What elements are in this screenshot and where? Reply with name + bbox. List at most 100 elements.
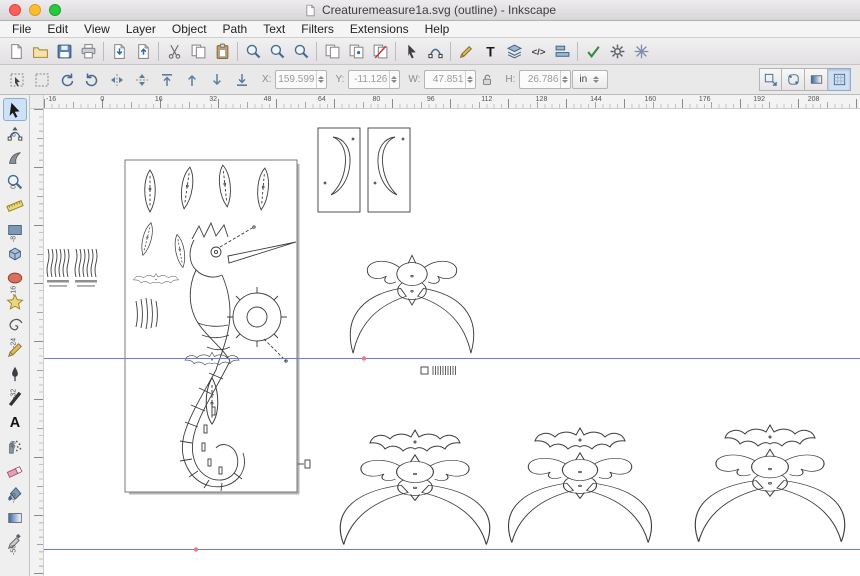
bat-piece[interactable] — [369, 429, 461, 452]
duplicate-button[interactable] — [320, 39, 344, 63]
transform-corners-toggle[interactable] — [782, 68, 805, 91]
vertical-ruler[interactable]: 8 0 -8 -16 -24 -32 -40 -48 -56 — [11, 109, 44, 576]
bat-piece[interactable] — [724, 424, 816, 447]
menu-item-object[interactable]: Object — [164, 21, 215, 38]
preferences-button[interactable] — [605, 39, 629, 63]
import-button[interactable] — [107, 39, 131, 63]
fill-stroke-dialog-button[interactable] — [454, 39, 478, 63]
save-document-button[interactable] — [52, 39, 76, 63]
menu-item-text[interactable]: Text — [255, 21, 293, 38]
y-label: Y: — [335, 74, 345, 85]
transform-patterns-icon — [832, 72, 847, 87]
menu-item-file[interactable]: File — [4, 21, 39, 38]
print-document-button[interactable] — [76, 39, 100, 63]
flip-horizontal-button[interactable] — [105, 68, 129, 91]
rotate-cw-button[interactable] — [80, 68, 104, 91]
guide-anchor[interactable] — [193, 547, 199, 552]
minimize-button[interactable] — [29, 4, 41, 16]
cut-button[interactable] — [162, 39, 186, 63]
menu-item-extensions[interactable]: Extensions — [342, 21, 417, 38]
flip-vertical-icon — [134, 72, 150, 88]
horizontal-ruler[interactable]: -16 0 16 32 48 64 80 96 112 128 144 160 … — [44, 95, 860, 109]
zoom-button[interactable] — [49, 4, 61, 16]
tool-spiral[interactable] — [3, 314, 27, 337]
xml-editor-button[interactable] — [526, 39, 550, 63]
creature-piece[interactable] — [349, 254, 475, 354]
h-field — [519, 70, 572, 89]
y-spinner[interactable] — [389, 71, 398, 88]
open-document-button[interactable] — [28, 39, 52, 63]
rotate-ccw-button[interactable] — [55, 68, 79, 91]
text-dialog-button[interactable] — [478, 39, 502, 63]
create-clone-button[interactable] — [344, 39, 368, 63]
comb-swatches[interactable] — [46, 248, 98, 287]
save-icon — [56, 43, 73, 60]
tool-gradient[interactable] — [3, 506, 27, 529]
creature-piece[interactable] — [507, 452, 653, 544]
paste-button[interactable] — [210, 39, 234, 63]
w-input[interactable] — [425, 74, 466, 85]
menu-item-path[interactable]: Path — [215, 21, 256, 38]
ruler-label: 176 — [698, 96, 711, 103]
y-input[interactable] — [349, 74, 390, 85]
canvas[interactable] — [44, 109, 860, 576]
menu-item-filters[interactable]: Filters — [293, 21, 342, 38]
lower-to-bottom-button[interactable] — [230, 68, 254, 91]
transform-patterns-toggle[interactable] — [828, 68, 851, 91]
y-field — [348, 70, 401, 89]
menu-item-edit[interactable]: Edit — [39, 21, 76, 38]
menu-item-layer[interactable]: Layer — [118, 21, 164, 38]
edit-paths-button[interactable] — [423, 39, 447, 63]
document-icon — [304, 4, 317, 17]
raise-button[interactable] — [180, 68, 204, 91]
align-distribute-button[interactable] — [550, 39, 574, 63]
deselect-button[interactable] — [30, 68, 54, 91]
creature-piece[interactable] — [339, 454, 491, 546]
h-spinner[interactable] — [560, 71, 569, 88]
canvas-artwork[interactable] — [44, 109, 860, 576]
transform-gradients-toggle[interactable] — [805, 68, 828, 91]
unlink-clone-button[interactable] — [368, 39, 392, 63]
raise-to-top-button[interactable] — [155, 68, 179, 91]
lower-button[interactable] — [205, 68, 229, 91]
zoom-selection-button[interactable] — [241, 39, 265, 63]
titlebar[interactable]: Creaturemeasure1a.svg (outline) - Inksca… — [0, 0, 860, 21]
ruler-icon — [6, 197, 24, 215]
x-spinner[interactable] — [316, 71, 325, 88]
units-arrows — [591, 71, 600, 88]
ruler-label: 0 — [100, 96, 105, 103]
edit-objects-button[interactable] — [399, 39, 423, 63]
menu-item-help[interactable]: Help — [417, 21, 458, 38]
copy-button[interactable] — [186, 39, 210, 63]
tool-tweak[interactable] — [3, 146, 27, 169]
layers-dialog-button[interactable] — [502, 39, 526, 63]
close-button[interactable] — [9, 4, 21, 16]
raise-icon — [184, 72, 200, 88]
guide-anchor[interactable] — [361, 356, 367, 361]
menu-item-view[interactable]: View — [76, 21, 118, 38]
select-all-button[interactable] — [5, 68, 29, 91]
units-dropdown[interactable]: in — [572, 70, 609, 89]
new-document-button[interactable] — [4, 39, 28, 63]
toolbar-separator — [577, 41, 578, 61]
lock-ratio-button[interactable] — [477, 69, 497, 90]
w-spinner[interactable] — [465, 71, 474, 88]
h-input[interactable] — [520, 74, 561, 85]
snap-controls-button[interactable] — [629, 39, 653, 63]
x-input[interactable] — [276, 74, 317, 85]
tool-bezier-pen[interactable] — [3, 362, 27, 385]
flip-vertical-button[interactable] — [130, 68, 154, 91]
tool-measure[interactable] — [3, 194, 27, 217]
tool-text[interactable] — [3, 410, 27, 433]
transform-stroke-toggle[interactable] — [759, 68, 782, 91]
hook-panels[interactable] — [317, 127, 411, 213]
zoom-drawing-button[interactable] — [265, 39, 289, 63]
inkscape-window: Creaturemeasure1a.svg (outline) - Inksca… — [0, 0, 860, 576]
export-button[interactable] — [131, 39, 155, 63]
tool-selector[interactable] — [2, 98, 27, 121]
zoom-page-button[interactable] — [289, 39, 313, 63]
creature-piece[interactable] — [694, 448, 846, 543]
spellcheck-button[interactable] — [581, 39, 605, 63]
tool-eraser[interactable] — [3, 458, 27, 481]
bat-piece[interactable] — [534, 427, 626, 450]
